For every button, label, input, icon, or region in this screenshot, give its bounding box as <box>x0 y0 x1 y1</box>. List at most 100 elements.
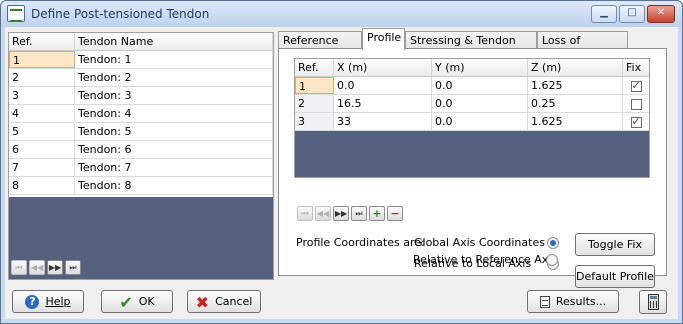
tendon-name-cell[interactable]: Tendon: 5 <box>75 123 273 140</box>
profile-x-cell[interactable]: 16.5 <box>334 95 432 112</box>
window-title: Define Post-tensioned Tendon <box>31 7 210 21</box>
cancel-x-icon: ✖ <box>195 292 210 312</box>
help-icon: ? <box>25 295 40 309</box>
column-header-fix[interactable]: Fix <box>623 59 649 76</box>
profile-nav-bar: ⏮ ◀◀ ▶▶ ⏭ + − <box>297 206 403 221</box>
cancel-label: Cancel <box>215 295 253 308</box>
profile-grid-empty-area <box>295 131 649 177</box>
tendon-name-cell[interactable]: Tendon: 4 <box>75 105 273 122</box>
radio-label-global-axis[interactable]: Global Axis Coordinates <box>414 236 545 249</box>
profile-ref-cell[interactable]: 3 <box>295 113 334 130</box>
tendon-nav-bar: ⏮ ◀◀ ▶▶ ⏭ <box>11 260 81 275</box>
table-row[interactable]: 2 16.5 0.0 0.25 <box>295 95 649 113</box>
radio-label-reference-axis[interactable]: Relative to Reference Axis <box>413 253 557 266</box>
tendon-ref-cell[interactable]: 8 <box>9 177 75 194</box>
profile-fix-cell <box>623 113 649 130</box>
fix-checkbox[interactable] <box>630 98 642 110</box>
ok-label: OK <box>138 295 155 308</box>
column-header-x[interactable]: X (m) <box>334 59 432 76</box>
prev-point-button[interactable]: ◀◀ <box>315 206 331 221</box>
profile-ref-cell[interactable]: 1 <box>295 77 334 94</box>
tendon-name-cell[interactable]: Tendon: 2 <box>75 69 273 86</box>
profile-coordinates-label: Profile Coordinates are: <box>296 236 425 249</box>
help-button[interactable]: ? Help <box>12 290 84 313</box>
profile-tab-panel: Ref. X (m) Y (m) Z (m) Fix 10.00.01.6252… <box>278 48 667 288</box>
fix-checkbox[interactable] <box>630 115 642 128</box>
profile-z-cell[interactable]: 1.625 <box>528 113 623 130</box>
profile-z-cell[interactable]: 1.625 <box>528 77 623 94</box>
column-header-tendon-name[interactable]: Tendon Name <box>75 33 273 50</box>
dialog-window: Define Post-tensioned Tendon ▁ □ ✕ Ref. … <box>0 0 683 324</box>
prev-record-button[interactable]: ◀◀ <box>29 260 45 275</box>
table-row[interactable]: 3 Tendon: 3 <box>9 87 273 105</box>
toggle-fix-button[interactable]: Toggle Fix <box>575 233 655 256</box>
remove-point-button[interactable]: − <box>387 206 403 221</box>
dialog-client: Ref. Tendon Name 1 Tendon: 1 2 Tendon: 2 3 Te… <box>5 27 678 319</box>
table-row[interactable]: 4 Tendon: 4 <box>9 105 273 123</box>
tendon-name-cell[interactable]: Tendon: 8 <box>75 177 273 194</box>
app-icon <box>7 5 25 22</box>
table-row[interactable]: 3 33 0.0 1.625 <box>295 113 649 131</box>
checkmark-icon: ✔ <box>119 292 133 312</box>
radio-global-axis[interactable] <box>547 237 559 249</box>
cancel-button[interactable]: ✖ Cancel <box>187 290 261 313</box>
profile-y-cell[interactable]: 0.0 <box>432 95 528 112</box>
tendon-name-cell[interactable]: Tendon: 6 <box>75 141 273 158</box>
last-record-button[interactable]: ⏭ <box>65 260 81 275</box>
table-row[interactable]: 7 Tendon: 7 <box>9 159 273 177</box>
tendon-name-cell[interactable]: Tendon: 7 <box>75 159 273 176</box>
profile-z-cell[interactable]: 0.25 <box>528 95 623 112</box>
table-row[interactable]: 1 0.0 0.0 1.625 <box>295 77 649 95</box>
default-profile-button[interactable]: Default Profile <box>575 265 655 288</box>
toggle-fix-label: Toggle Fix <box>588 238 642 251</box>
tendon-ref-cell[interactable]: 3 <box>9 87 75 104</box>
table-row[interactable]: 6 Tendon: 6 <box>9 141 273 159</box>
first-point-button[interactable]: ⏮ <box>297 206 313 221</box>
results-label: Results... <box>555 295 607 308</box>
results-button[interactable]: Results... <box>527 290 619 313</box>
column-header-ref[interactable]: Ref. <box>295 59 334 76</box>
column-header-z[interactable]: Z (m) <box>528 59 623 76</box>
profile-x-cell[interactable]: 0.0 <box>334 77 432 94</box>
tendon-list-header: Ref. Tendon Name <box>9 33 273 51</box>
profile-x-cell[interactable]: 33 <box>334 113 432 130</box>
ok-button[interactable]: ✔ OK <box>101 290 173 313</box>
last-point-button[interactable]: ⏭ <box>351 206 367 221</box>
tendon-ref-cell[interactable]: 4 <box>9 105 75 122</box>
tendon-ref-cell[interactable]: 5 <box>9 123 75 140</box>
profile-fix-cell <box>623 77 649 94</box>
profile-y-cell[interactable]: 0.0 <box>432 77 528 94</box>
profile-y-cell[interactable]: 0.0 <box>432 113 528 130</box>
first-record-button[interactable]: ⏮ <box>11 260 27 275</box>
help-label: Help <box>45 295 71 308</box>
tendon-name-cell[interactable]: Tendon: 1 <box>75 51 273 68</box>
default-profile-label: Default Profile <box>576 270 654 283</box>
next-point-button[interactable]: ▶▶ <box>333 206 349 221</box>
tab-profile[interactable]: Profile <box>362 28 405 50</box>
table-row[interactable]: 2 Tendon: 2 <box>9 69 273 87</box>
radio-reference-axis[interactable] <box>546 254 558 266</box>
table-row[interactable]: 5 Tendon: 5 <box>9 123 273 141</box>
add-point-button[interactable]: + <box>369 206 385 221</box>
next-record-button[interactable]: ▶▶ <box>47 260 63 275</box>
column-header-y[interactable]: Y (m) <box>432 59 528 76</box>
tendon-ref-cell[interactable]: 7 <box>9 159 75 176</box>
table-row[interactable]: 8 Tendon: 8 <box>9 177 273 195</box>
fix-checkbox[interactable] <box>630 79 642 92</box>
calculator-button[interactable] <box>639 290 667 314</box>
calculator-icon <box>648 294 659 310</box>
minimize-button[interactable]: ▁ <box>591 5 617 23</box>
column-header-ref[interactable]: Ref. <box>9 33 75 50</box>
table-row[interactable]: 1 Tendon: 1 <box>9 51 273 69</box>
profile-grid-header: Ref. X (m) Y (m) Z (m) Fix <box>295 59 649 77</box>
tendon-ref-cell[interactable]: 6 <box>9 141 75 158</box>
profile-fix-cell <box>623 95 649 112</box>
tendon-ref-cell[interactable]: 1 <box>9 51 75 68</box>
tendon-ref-cell[interactable]: 2 <box>9 69 75 86</box>
tendon-name-cell[interactable]: Tendon: 3 <box>75 87 273 104</box>
profile-ref-cell[interactable]: 2 <box>295 95 334 112</box>
title-bar[interactable]: Define Post-tensioned Tendon ▁ □ ✕ <box>1 1 682 27</box>
tendon-list-grid: Ref. Tendon Name 1 Tendon: 1 2 Tendon: 2 3 Te… <box>8 32 274 280</box>
maximize-button[interactable]: □ <box>619 5 645 23</box>
close-button[interactable]: ✕ <box>647 5 675 23</box>
